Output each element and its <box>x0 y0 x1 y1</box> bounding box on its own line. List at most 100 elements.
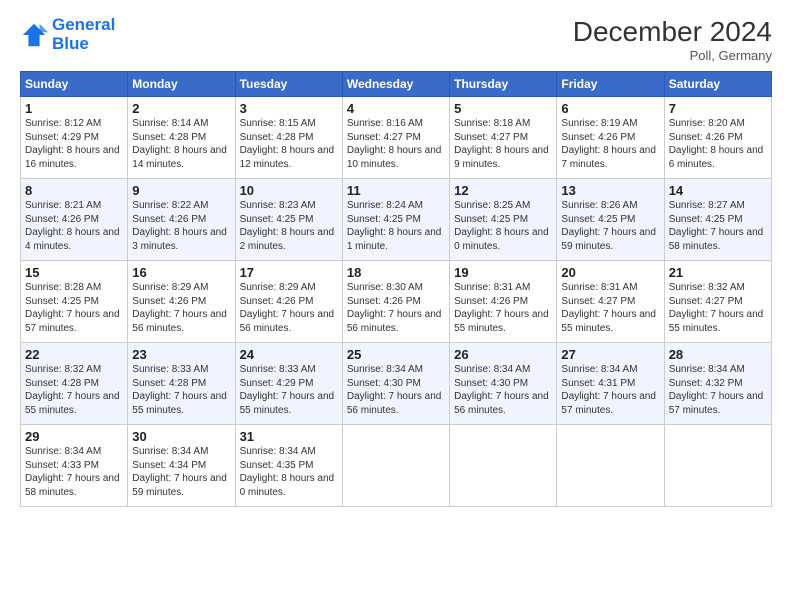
day-cell: 31 Sunrise: 8:34 AMSunset: 4:35 PMDaylig… <box>235 425 342 507</box>
day-cell <box>342 425 449 507</box>
page: General Blue December 2024 Poll, Germany… <box>0 0 792 517</box>
day-info: Sunrise: 8:33 AMSunset: 4:29 PMDaylight:… <box>240 363 338 417</box>
day-cell: 27 Sunrise: 8:34 AMSunset: 4:31 PMDaylig… <box>557 343 664 425</box>
week-row-3: 15 Sunrise: 8:28 AMSunset: 4:25 PMDaylig… <box>21 261 772 343</box>
day-number: 26 <box>454 347 552 362</box>
day-info: Sunrise: 8:18 AMSunset: 4:27 PMDaylight:… <box>454 117 552 171</box>
day-cell <box>664 425 771 507</box>
day-cell: 20 Sunrise: 8:31 AMSunset: 4:27 PMDaylig… <box>557 261 664 343</box>
header-thursday: Thursday <box>450 72 557 97</box>
day-number: 16 <box>132 265 230 280</box>
day-cell <box>557 425 664 507</box>
day-info: Sunrise: 8:12 AMSunset: 4:29 PMDaylight:… <box>25 117 123 171</box>
day-cell: 18 Sunrise: 8:30 AMSunset: 4:26 PMDaylig… <box>342 261 449 343</box>
day-info: Sunrise: 8:34 AMSunset: 4:31 PMDaylight:… <box>561 363 659 417</box>
day-cell: 8 Sunrise: 8:21 AMSunset: 4:26 PMDayligh… <box>21 179 128 261</box>
day-cell: 16 Sunrise: 8:29 AMSunset: 4:26 PMDaylig… <box>128 261 235 343</box>
day-number: 17 <box>240 265 338 280</box>
day-info: Sunrise: 8:30 AMSunset: 4:26 PMDaylight:… <box>347 281 445 335</box>
day-number: 24 <box>240 347 338 362</box>
day-cell: 23 Sunrise: 8:33 AMSunset: 4:28 PMDaylig… <box>128 343 235 425</box>
day-number: 28 <box>669 347 767 362</box>
day-info: Sunrise: 8:22 AMSunset: 4:26 PMDaylight:… <box>132 199 230 253</box>
day-number: 23 <box>132 347 230 362</box>
header: General Blue December 2024 Poll, Germany <box>20 16 772 63</box>
day-cell: 4 Sunrise: 8:16 AMSunset: 4:27 PMDayligh… <box>342 97 449 179</box>
week-row-2: 8 Sunrise: 8:21 AMSunset: 4:26 PMDayligh… <box>21 179 772 261</box>
day-number: 30 <box>132 429 230 444</box>
calendar-header-row: SundayMondayTuesdayWednesdayThursdayFrid… <box>21 72 772 97</box>
day-number: 13 <box>561 183 659 198</box>
day-cell: 26 Sunrise: 8:34 AMSunset: 4:30 PMDaylig… <box>450 343 557 425</box>
day-cell: 19 Sunrise: 8:31 AMSunset: 4:26 PMDaylig… <box>450 261 557 343</box>
day-info: Sunrise: 8:15 AMSunset: 4:28 PMDaylight:… <box>240 117 338 171</box>
day-cell: 29 Sunrise: 8:34 AMSunset: 4:33 PMDaylig… <box>21 425 128 507</box>
header-sunday: Sunday <box>21 72 128 97</box>
title-area: December 2024 Poll, Germany <box>573 16 772 63</box>
header-friday: Friday <box>557 72 664 97</box>
day-number: 25 <box>347 347 445 362</box>
day-number: 11 <box>347 183 445 198</box>
day-number: 9 <box>132 183 230 198</box>
day-number: 10 <box>240 183 338 198</box>
week-row-1: 1 Sunrise: 8:12 AMSunset: 4:29 PMDayligh… <box>21 97 772 179</box>
day-number: 14 <box>669 183 767 198</box>
day-number: 3 <box>240 101 338 116</box>
day-cell: 9 Sunrise: 8:22 AMSunset: 4:26 PMDayligh… <box>128 179 235 261</box>
day-cell: 15 Sunrise: 8:28 AMSunset: 4:25 PMDaylig… <box>21 261 128 343</box>
day-number: 27 <box>561 347 659 362</box>
day-cell: 14 Sunrise: 8:27 AMSunset: 4:25 PMDaylig… <box>664 179 771 261</box>
day-info: Sunrise: 8:34 AMSunset: 4:35 PMDaylight:… <box>240 445 338 499</box>
day-number: 12 <box>454 183 552 198</box>
day-info: Sunrise: 8:29 AMSunset: 4:26 PMDaylight:… <box>132 281 230 335</box>
day-info: Sunrise: 8:31 AMSunset: 4:26 PMDaylight:… <box>454 281 552 335</box>
day-info: Sunrise: 8:14 AMSunset: 4:28 PMDaylight:… <box>132 117 230 171</box>
day-info: Sunrise: 8:31 AMSunset: 4:27 PMDaylight:… <box>561 281 659 335</box>
day-number: 5 <box>454 101 552 116</box>
day-info: Sunrise: 8:21 AMSunset: 4:26 PMDaylight:… <box>25 199 123 253</box>
day-number: 20 <box>561 265 659 280</box>
day-cell: 2 Sunrise: 8:14 AMSunset: 4:28 PMDayligh… <box>128 97 235 179</box>
day-cell <box>450 425 557 507</box>
day-number: 7 <box>669 101 767 116</box>
day-info: Sunrise: 8:32 AMSunset: 4:27 PMDaylight:… <box>669 281 767 335</box>
header-saturday: Saturday <box>664 72 771 97</box>
day-number: 31 <box>240 429 338 444</box>
header-wednesday: Wednesday <box>342 72 449 97</box>
day-cell: 11 Sunrise: 8:24 AMSunset: 4:25 PMDaylig… <box>342 179 449 261</box>
day-info: Sunrise: 8:25 AMSunset: 4:25 PMDaylight:… <box>454 199 552 253</box>
day-number: 1 <box>25 101 123 116</box>
week-row-5: 29 Sunrise: 8:34 AMSunset: 4:33 PMDaylig… <box>21 425 772 507</box>
day-info: Sunrise: 8:33 AMSunset: 4:28 PMDaylight:… <box>132 363 230 417</box>
day-cell: 17 Sunrise: 8:29 AMSunset: 4:26 PMDaylig… <box>235 261 342 343</box>
logo: General Blue <box>20 16 115 53</box>
day-info: Sunrise: 8:26 AMSunset: 4:25 PMDaylight:… <box>561 199 659 253</box>
day-info: Sunrise: 8:28 AMSunset: 4:25 PMDaylight:… <box>25 281 123 335</box>
day-info: Sunrise: 8:34 AMSunset: 4:30 PMDaylight:… <box>454 363 552 417</box>
day-info: Sunrise: 8:23 AMSunset: 4:25 PMDaylight:… <box>240 199 338 253</box>
day-info: Sunrise: 8:34 AMSunset: 4:30 PMDaylight:… <box>347 363 445 417</box>
day-info: Sunrise: 8:27 AMSunset: 4:25 PMDaylight:… <box>669 199 767 253</box>
header-tuesday: Tuesday <box>235 72 342 97</box>
day-cell: 10 Sunrise: 8:23 AMSunset: 4:25 PMDaylig… <box>235 179 342 261</box>
day-info: Sunrise: 8:16 AMSunset: 4:27 PMDaylight:… <box>347 117 445 171</box>
day-cell: 5 Sunrise: 8:18 AMSunset: 4:27 PMDayligh… <box>450 97 557 179</box>
day-number: 29 <box>25 429 123 444</box>
day-number: 15 <box>25 265 123 280</box>
day-number: 4 <box>347 101 445 116</box>
day-number: 8 <box>25 183 123 198</box>
month-title: December 2024 <box>573 16 772 48</box>
day-number: 19 <box>454 265 552 280</box>
day-cell: 1 Sunrise: 8:12 AMSunset: 4:29 PMDayligh… <box>21 97 128 179</box>
day-info: Sunrise: 8:32 AMSunset: 4:28 PMDaylight:… <box>25 363 123 417</box>
header-monday: Monday <box>128 72 235 97</box>
week-row-4: 22 Sunrise: 8:32 AMSunset: 4:28 PMDaylig… <box>21 343 772 425</box>
logo-text: General Blue <box>52 16 115 53</box>
day-cell: 30 Sunrise: 8:34 AMSunset: 4:34 PMDaylig… <box>128 425 235 507</box>
day-cell: 3 Sunrise: 8:15 AMSunset: 4:28 PMDayligh… <box>235 97 342 179</box>
day-info: Sunrise: 8:29 AMSunset: 4:26 PMDaylight:… <box>240 281 338 335</box>
day-cell: 13 Sunrise: 8:26 AMSunset: 4:25 PMDaylig… <box>557 179 664 261</box>
day-info: Sunrise: 8:34 AMSunset: 4:33 PMDaylight:… <box>25 445 123 499</box>
day-number: 21 <box>669 265 767 280</box>
day-cell: 22 Sunrise: 8:32 AMSunset: 4:28 PMDaylig… <box>21 343 128 425</box>
